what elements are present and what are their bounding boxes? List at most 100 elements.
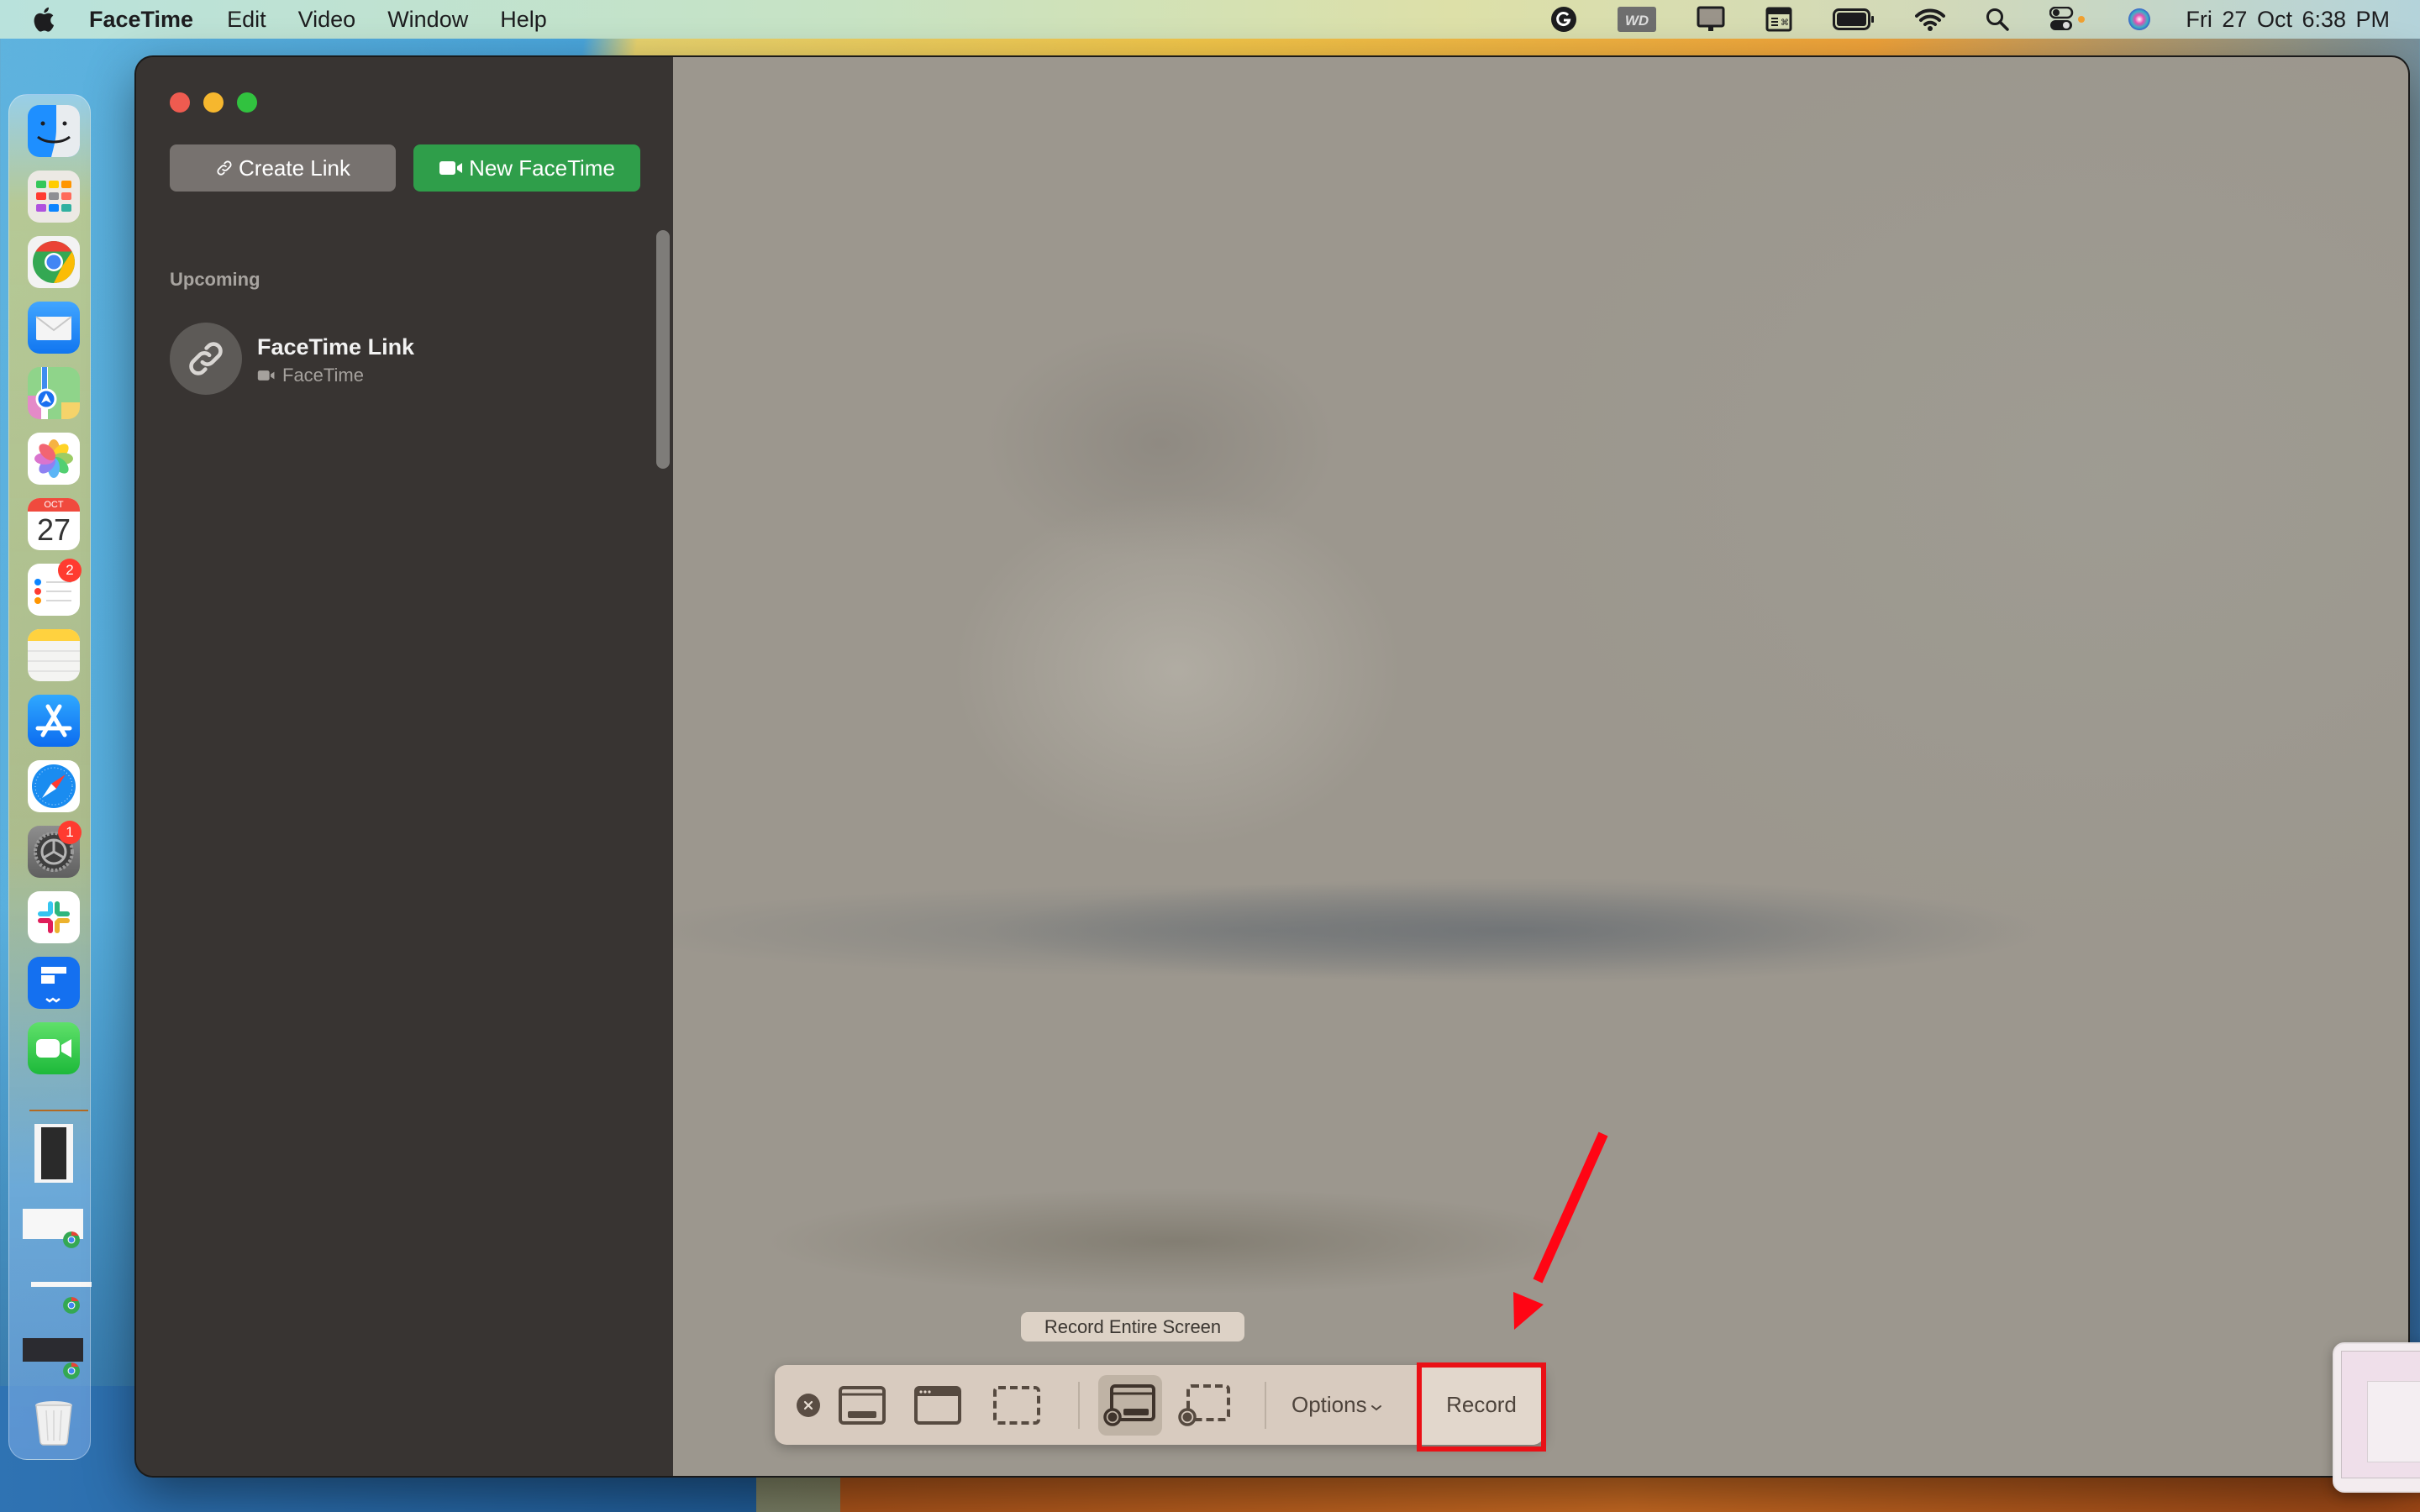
wd-drive-icon[interactable]: WD (1618, 7, 1657, 32)
battery-icon[interactable] (1833, 8, 1875, 30)
capture-entire-screen-button[interactable] (830, 1375, 894, 1436)
svg-text:WD: WD (1625, 13, 1649, 29)
capture-selection-button[interactable] (985, 1375, 1049, 1436)
link-icon (189, 342, 223, 375)
capture-selection-icon (993, 1386, 1040, 1425)
stack-preview-icon (41, 1127, 66, 1179)
dock-app-facetime[interactable] (28, 1022, 80, 1074)
link-icon (217, 160, 232, 176)
video-camera-icon (257, 370, 275, 381)
dock-app-slack[interactable] (28, 891, 80, 943)
camera-preview (673, 57, 2408, 1476)
facetime-icon (36, 1039, 71, 1058)
menu-clock[interactable]: Fri 27 Oct 6:38 PM (2186, 7, 2390, 33)
wifi-icon[interactable] (1915, 8, 1946, 31)
dock-app-app-store[interactable] (28, 695, 80, 747)
menu-app-name[interactable]: FaceTime (89, 7, 193, 33)
new-facetime-label: New FaceTime (469, 155, 615, 181)
video-camera-icon (439, 161, 463, 175)
new-facetime-button[interactable]: New FaceTime (413, 144, 640, 192)
record-entire-screen-tooltip: Record Entire Screen (1021, 1312, 1244, 1341)
spotlight-search-icon[interactable] (1986, 8, 2010, 31)
calendar-day: 27 (36, 512, 71, 547)
siri-icon[interactable] (2127, 7, 2152, 32)
calendar-month: OCT (28, 498, 80, 512)
system-settings-badge: 1 (58, 821, 82, 844)
chevron-down-icon (1370, 1404, 1381, 1410)
dock: OCT 27 2 1 (8, 94, 92, 1460)
chrome-icon (62, 1231, 81, 1249)
record-entire-screen-button[interactable] (1098, 1375, 1162, 1436)
record-highlight-box (1417, 1362, 1546, 1452)
menu-bar: FaceTime Edit Video Window Help WD ⌘ Fri… (0, 0, 2420, 39)
dock-app-photos[interactable] (28, 433, 80, 485)
dock-app-finder[interactable] (28, 105, 80, 157)
dock-app-calendar[interactable]: OCT 27 (28, 498, 80, 550)
reminders-badge: 2 (58, 559, 82, 582)
record-screen-icon (1103, 1384, 1155, 1426)
facetime-window: Create Link New FaceTime Upcoming FaceTi… (136, 57, 2408, 1476)
dock-app-notes[interactable] (28, 629, 80, 681)
dock-app-safari[interactable] (28, 760, 80, 812)
apple-menu-icon[interactable] (30, 5, 55, 34)
app-store-icon (35, 704, 72, 738)
close-icon (803, 1400, 813, 1410)
dock-trash[interactable] (28, 1395, 80, 1447)
dock-app-launchpad[interactable] (28, 171, 80, 223)
menu-edit[interactable]: Edit (227, 7, 266, 33)
capture-window-icon (914, 1386, 961, 1425)
safari-icon (32, 764, 76, 808)
options-dropdown[interactable]: Options (1292, 1365, 1383, 1445)
chrome-icon (33, 241, 75, 283)
wondershare-icon (41, 967, 66, 1003)
link-avatar (170, 323, 242, 395)
launchpad-icon (36, 181, 71, 212)
facetime-link-item[interactable]: FaceTime Link FaceTime (170, 323, 607, 396)
control-center-icon[interactable] (2049, 7, 2086, 32)
maps-icon (28, 367, 80, 419)
grammarly-icon[interactable] (1550, 6, 1577, 33)
minimize-window-button[interactable] (203, 92, 224, 113)
sidebar-scrollbar[interactable] (656, 230, 670, 469)
create-link-button[interactable]: Create Link (170, 144, 396, 192)
dock-app-maps[interactable] (28, 367, 80, 419)
dock-app-mail[interactable] (28, 302, 80, 354)
sidebar: Create Link New FaceTime Upcoming FaceTi… (136, 57, 673, 1476)
display-icon[interactable] (1697, 6, 1725, 33)
upcoming-section-label: Upcoming (170, 269, 260, 290)
toolbar-divider (1265, 1382, 1266, 1429)
thumbnail-preview (2341, 1351, 2420, 1478)
close-window-button[interactable] (170, 92, 190, 113)
menu-video[interactable]: Video (298, 7, 356, 33)
slack-icon (38, 901, 70, 933)
create-link-label: Create Link (239, 155, 350, 181)
finder-icon (28, 105, 80, 157)
dock-app-wondershare[interactable] (28, 957, 80, 1009)
notes-icon (28, 629, 80, 672)
menu-window[interactable]: Window (387, 7, 468, 33)
dock-chrome-window-3[interactable] (23, 1338, 83, 1362)
item-subtitle-text: FaceTime (282, 365, 364, 386)
capture-window-button[interactable] (906, 1375, 970, 1436)
menu-help[interactable]: Help (500, 7, 547, 33)
dock-app-chrome[interactable] (28, 236, 80, 288)
chrome-icon (62, 1362, 81, 1380)
item-title: FaceTime Link (257, 334, 415, 360)
close-toolbar-button[interactable] (797, 1394, 820, 1417)
dock-downloads-stack[interactable] (34, 1124, 73, 1183)
record-selection-button[interactable] (1173, 1375, 1237, 1436)
keyboard-viewer-icon[interactable]: ⌘ (1765, 7, 1792, 32)
trash-icon (35, 1401, 72, 1446)
item-subtitle: FaceTime (257, 365, 364, 386)
zoom-window-button[interactable] (237, 92, 257, 113)
photos-icon (34, 439, 73, 478)
svg-text:⌘: ⌘ (1781, 18, 1789, 28)
dock-chrome-window-2[interactable] (31, 1282, 92, 1287)
toolbar-divider (1078, 1382, 1080, 1429)
record-selection-icon (1178, 1384, 1230, 1426)
dock-separator (29, 1110, 88, 1111)
capture-screen-icon (839, 1386, 886, 1425)
screenshot-thumbnail[interactable] (2333, 1342, 2420, 1493)
options-label: Options (1292, 1392, 1367, 1417)
chrome-icon (62, 1296, 81, 1315)
